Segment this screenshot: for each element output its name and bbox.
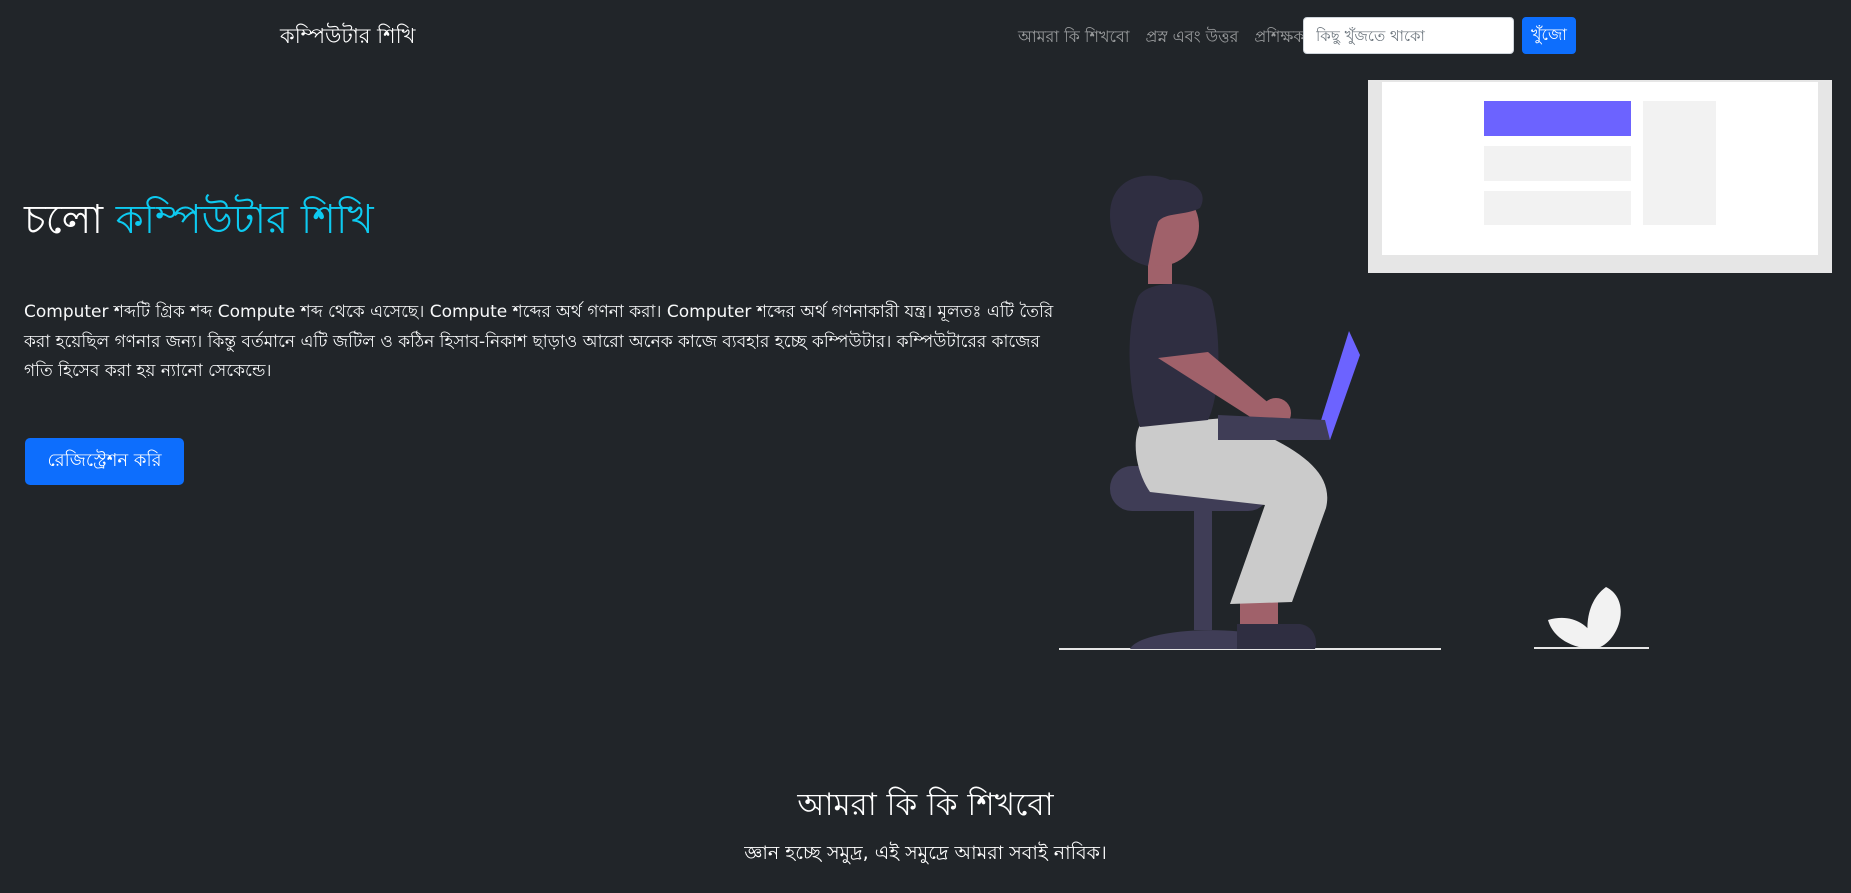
hero-illustration [1059, 80, 1832, 650]
person-illustration [1110, 175, 1328, 649]
section-title: আমরা কি কি শিখবো [797, 787, 1054, 823]
section-subtitle: জ্ঞান হচ্ছে সমুদ্র, এই সমুদ্রে আমরা সবাই… [744, 842, 1107, 864]
search-button[interactable]: খুঁজো [1522, 17, 1576, 54]
plant-illustration [1548, 587, 1621, 648]
hero-title-prefix: চলো [24, 197, 104, 243]
nav-links: আমরা কি শিখবো প্রস্ন এবং উত্তর প্রশিক্ষক [1018, 24, 1305, 51]
nav-link-what-we-learn[interactable]: আমরা কি শিখবো [1018, 24, 1129, 51]
navbar: কম্পিউটার শিখি আমরা কি শিখবো প্রস্ন এবং … [0, 0, 1851, 70]
nav-link-qa[interactable]: প্রস্ন এবং উত্তর [1145, 24, 1238, 51]
hero-title: চলো কম্পিউটার শিখি [24, 196, 374, 244]
nav-link-trainers[interactable]: প্রশিক্ষক [1254, 24, 1304, 51]
search-input[interactable] [1303, 17, 1514, 54]
register-button[interactable]: রেজিস্ট্রেশন করি [25, 438, 184, 485]
hero-description: Computer শব্দটি গ্রিক শব্দ Compute শব্দ … [24, 302, 1054, 381]
brand-link[interactable]: কম্পিউটার শিখি [280, 20, 415, 55]
browser-window-illustration [1368, 80, 1832, 273]
hero-title-accent: কম্পিউটার শিখি [115, 197, 374, 243]
